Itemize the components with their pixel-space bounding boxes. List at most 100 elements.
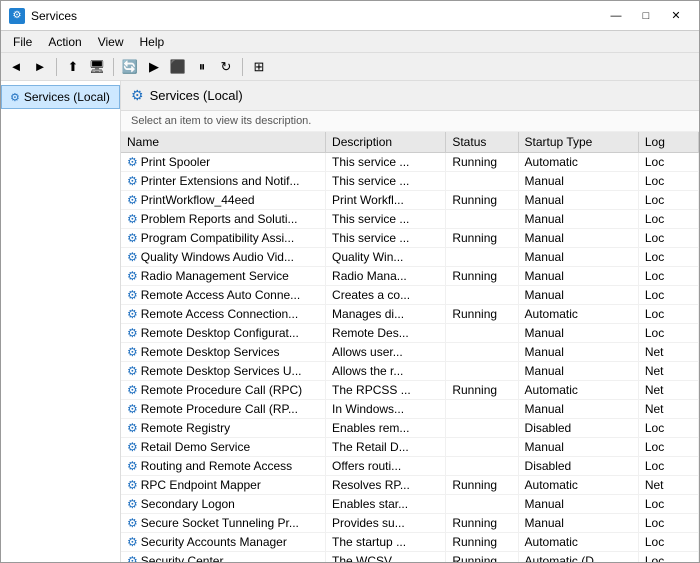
services-table: Name Description Status Startup Type Log…: [121, 132, 699, 562]
title-bar: ⚙ Services — □ ✕: [1, 1, 699, 31]
service-desc-cell: This service ...: [326, 210, 446, 229]
toolbar-back[interactable]: ◄: [5, 56, 27, 78]
service-log-cell: Loc: [638, 267, 698, 286]
service-icon: ⚙: [127, 250, 138, 264]
service-name-cell: ⚙Printer Extensions and Notif...: [121, 172, 326, 191]
service-icon: ⚙: [127, 516, 138, 530]
close-button[interactable]: ✕: [661, 6, 691, 26]
sidebar-item-label: Services (Local): [24, 90, 110, 104]
table-row[interactable]: ⚙Security Accounts ManagerThe startup ..…: [121, 533, 699, 552]
sidebar-gear-icon: ⚙: [10, 91, 20, 104]
table-row[interactable]: ⚙RPC Endpoint MapperResolves RP...Runnin…: [121, 476, 699, 495]
col-header-name[interactable]: Name: [121, 132, 326, 153]
table-row[interactable]: ⚙Remote Access Connection...Manages di..…: [121, 305, 699, 324]
service-icon: ⚙: [127, 193, 138, 207]
service-desc-cell: Provides su...: [326, 514, 446, 533]
service-startup-cell: Manual: [518, 229, 638, 248]
table-row[interactable]: ⚙Problem Reports and Soluti...This servi…: [121, 210, 699, 229]
service-name-cell: ⚙Remote Desktop Services: [121, 343, 326, 362]
toolbar-sep1: [56, 58, 57, 76]
table-row[interactable]: ⚙Remote Desktop ServicesAllows user...Ma…: [121, 343, 699, 362]
service-name-cell: ⚙Program Compatibility Assi...: [121, 229, 326, 248]
menu-file[interactable]: File: [5, 33, 40, 51]
service-startup-cell: Manual: [518, 514, 638, 533]
window-title: Services: [31, 9, 77, 23]
service-icon: ⚙: [127, 478, 138, 492]
service-log-cell: Loc: [638, 286, 698, 305]
service-startup-cell: Manual: [518, 495, 638, 514]
maximize-button[interactable]: □: [631, 6, 661, 26]
table-row[interactable]: ⚙Routing and Remote AccessOffers routi..…: [121, 457, 699, 476]
service-log-cell: Loc: [638, 248, 698, 267]
service-desc-cell: In Windows...: [326, 400, 446, 419]
table-row[interactable]: ⚙Program Compatibility Assi...This servi…: [121, 229, 699, 248]
table-row[interactable]: ⚙Remote Access Auto Conne...Creates a co…: [121, 286, 699, 305]
toolbar-show-hide[interactable]: 🖥: [86, 56, 108, 78]
table-row[interactable]: ⚙Retail Demo ServiceThe Retail D...Manua…: [121, 438, 699, 457]
service-startup-cell: Manual: [518, 191, 638, 210]
toolbar-properties[interactable]: ⊞: [248, 56, 270, 78]
service-desc-cell: The Retail D...: [326, 438, 446, 457]
table-row[interactable]: ⚙Secondary LogonEnables star...ManualLoc: [121, 495, 699, 514]
table-row[interactable]: ⚙Quality Windows Audio Vid...Quality Win…: [121, 248, 699, 267]
service-status-cell: [446, 495, 518, 514]
table-row[interactable]: ⚙Print SpoolerThis service ...RunningAut…: [121, 153, 699, 172]
service-icon: ⚙: [127, 269, 138, 283]
service-desc-cell: Enables star...: [326, 495, 446, 514]
toolbar-pause[interactable]: ⏸: [191, 56, 213, 78]
table-row[interactable]: ⚙Printer Extensions and Notif...This ser…: [121, 172, 699, 191]
service-name-cell: ⚙Remote Access Auto Conne...: [121, 286, 326, 305]
col-header-desc[interactable]: Description: [326, 132, 446, 153]
sidebar-item-services-local[interactable]: ⚙ Services (Local): [1, 85, 120, 109]
table-row[interactable]: ⚙Remote RegistryEnables rem...DisabledLo…: [121, 419, 699, 438]
service-log-cell: Loc: [638, 495, 698, 514]
service-name-cell: ⚙Remote Registry: [121, 419, 326, 438]
service-status-cell: Running: [446, 514, 518, 533]
toolbar-up[interactable]: ⬆: [62, 56, 84, 78]
service-icon: ⚙: [127, 326, 138, 340]
col-header-status[interactable]: Status: [446, 132, 518, 153]
table-row[interactable]: ⚙PrintWorkflow_44eedPrint Workfl...Runni…: [121, 191, 699, 210]
minimize-button[interactable]: —: [601, 6, 631, 26]
menu-action[interactable]: Action: [40, 33, 89, 51]
table-row[interactable]: ⚙Remote Desktop Services U...Allows the …: [121, 362, 699, 381]
service-desc-cell: The WCSV...: [326, 552, 446, 563]
toolbar-stop[interactable]: ⬛: [167, 56, 189, 78]
service-log-cell: Loc: [638, 153, 698, 172]
table-row[interactable]: ⚙Remote Procedure Call (RPC)The RPCSS ..…: [121, 381, 699, 400]
service-name-cell: ⚙PrintWorkflow_44eed: [121, 191, 326, 210]
col-header-startup[interactable]: Startup Type: [518, 132, 638, 153]
toolbar-refresh[interactable]: 🔄: [119, 56, 141, 78]
service-startup-cell: Manual: [518, 400, 638, 419]
window-controls: — □ ✕: [601, 6, 691, 26]
panel-header-icon: ⚙: [131, 87, 144, 104]
service-icon: ⚙: [127, 345, 138, 359]
main-window: ⚙ Services — □ ✕ File Action View Help ◄…: [0, 0, 700, 563]
service-log-cell: Loc: [638, 438, 698, 457]
menu-help[interactable]: Help: [132, 33, 173, 51]
toolbar-forward[interactable]: ►: [29, 56, 51, 78]
table-row[interactable]: ⚙Security CenterThe WCSV...RunningAutoma…: [121, 552, 699, 563]
service-log-cell: Loc: [638, 457, 698, 476]
service-startup-cell: Automatic: [518, 305, 638, 324]
service-icon: ⚙: [127, 554, 138, 562]
table-row[interactable]: ⚙Remote Procedure Call (RP...In Windows.…: [121, 400, 699, 419]
toolbar-restart[interactable]: ↻: [215, 56, 237, 78]
service-startup-cell: Automatic: [518, 533, 638, 552]
menu-view[interactable]: View: [90, 33, 132, 51]
table-row[interactable]: ⚙Remote Desktop Configurat...Remote Des.…: [121, 324, 699, 343]
service-status-cell: Running: [446, 229, 518, 248]
services-table-container[interactable]: Name Description Status Startup Type Log…: [121, 132, 699, 562]
service-log-cell: Loc: [638, 229, 698, 248]
table-row[interactable]: ⚙Secure Socket Tunneling Pr...Provides s…: [121, 514, 699, 533]
service-startup-cell: Automatic: [518, 476, 638, 495]
service-status-cell: Running: [446, 191, 518, 210]
table-row[interactable]: ⚙Radio Management ServiceRadio Mana...Ru…: [121, 267, 699, 286]
service-status-cell: [446, 457, 518, 476]
toolbar-play[interactable]: ▶: [143, 56, 165, 78]
col-header-log[interactable]: Log: [638, 132, 698, 153]
service-icon: ⚙: [127, 212, 138, 226]
service-name-cell: ⚙Remote Procedure Call (RPC): [121, 381, 326, 400]
service-name-cell: ⚙Remote Access Connection...: [121, 305, 326, 324]
right-panel: ⚙ Services (Local) Select an item to vie…: [121, 81, 699, 562]
